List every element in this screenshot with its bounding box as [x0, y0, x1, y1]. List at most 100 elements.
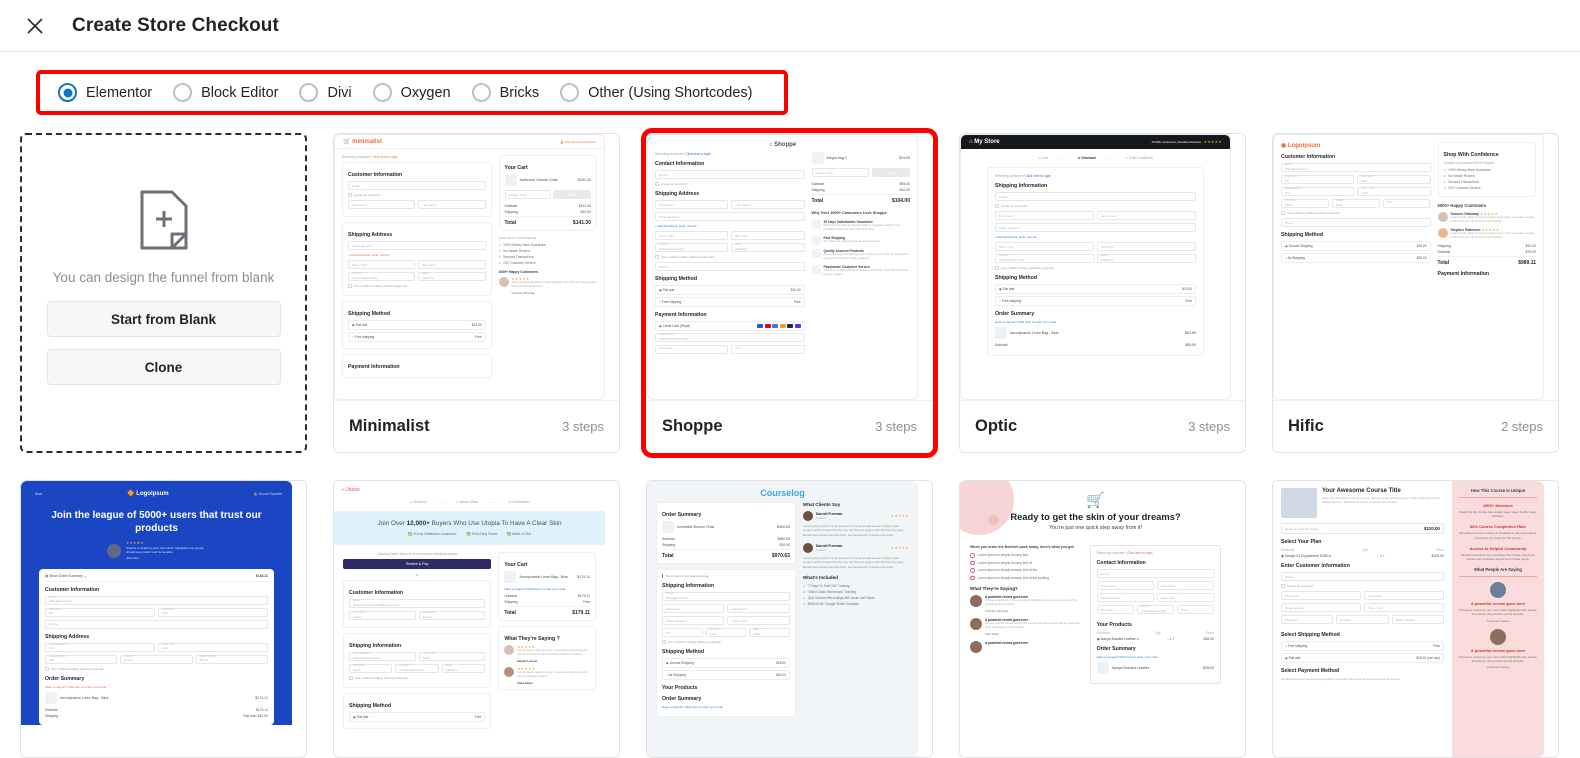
template-name: Optic — [975, 417, 1018, 435]
mock-field: ZIP Code * — [1096, 605, 1134, 614]
template-card-blue-hero[interactable]: ← Back 🔶 Logoipsum 🔒 Secure Payment Join th… — [20, 480, 307, 758]
mock-checkout: 🛒 minimalist 🔒 SSL Secured Checkout Return… — [334, 134, 605, 400]
mock-field: Email * — [1096, 569, 1214, 578]
radio-dot-icon[interactable] — [299, 83, 319, 102]
mock-logo: 🔶 Logoipsum — [127, 491, 169, 497]
mock-field: ZIP Code — [1097, 242, 1196, 251]
template-thumbnail: ⌂ Shoppe Returning customer? Click here t… — [647, 134, 932, 400]
mock-field: Email * — [995, 192, 1196, 201]
mock-field: Last name * — [1156, 581, 1214, 590]
mock-field: Coupon code — [811, 168, 869, 177]
builder-radio-elementor[interactable]: Elementor — [54, 83, 169, 102]
mock-checkout: 🛒 Ready to get the skin of your dreams? Yo… — [960, 481, 1231, 757]
blank-description: You can design the funnel from blank — [52, 270, 275, 285]
mock-field: Phone — [1281, 218, 1431, 227]
mock-field: State * Alabama — [731, 243, 805, 252]
radio-dot-icon[interactable] — [173, 83, 193, 102]
template-card-hific[interactable]: ◉ Logoipsum Customer Information Email * bi… — [1272, 133, 1559, 453]
mock-field: Town / City * — [1156, 593, 1214, 602]
template-name: Minimalist — [349, 417, 430, 435]
template-thumbnail: ◉ Logoipsum Customer Information Email * bi… — [1273, 134, 1558, 400]
mock-field: Country * United States (US) — [1136, 605, 1174, 614]
mock-checkout: ▪ Utopia ⊙ Checkout ——— ⊙ Bonus Offers ——— ⊙ … — [334, 481, 605, 757]
mock-field: First name — [1281, 591, 1361, 600]
mock-field: Street address * 180a Haralds Tower — [349, 652, 416, 661]
mock-field: First name * Akash — [349, 611, 416, 620]
template-grid: You can design the funnel from blank Star… — [0, 115, 1580, 758]
rating-stars: ★★★★★ — [1203, 140, 1222, 144]
mock-field: First name * — [1096, 581, 1154, 590]
mock-field: Street address * — [995, 223, 1196, 232]
mock-field: Town / City — [1363, 603, 1444, 612]
mock-logo: ◉ Logoipsum — [1281, 143, 1321, 149]
mock-field: Country * India — [1331, 199, 1380, 208]
add-page-icon — [138, 189, 190, 256]
template-steps: 2 steps — [1501, 419, 1543, 434]
builder-radio-label: Other (Using Shortcodes) — [588, 84, 753, 101]
mock-logo: ⌂ My Store — [969, 139, 1000, 145]
mock-field: First name * KK — [1281, 175, 1355, 184]
rating-stars: ★★★★★ — [890, 546, 909, 551]
radio-dot-icon[interactable] — [372, 83, 392, 102]
mock-field: Pin Code * 0000 — [1281, 199, 1329, 208]
mock-field: Last name * KKK — [1357, 175, 1431, 184]
builder-radio-label: Divi — [327, 84, 352, 101]
builder-radio-label: Bricks — [499, 84, 540, 101]
builder-radio-block-editor[interactable]: Block Editor — [169, 83, 295, 102]
mock-field: State — [1382, 199, 1431, 208]
mock-field: State / County * Debub — [195, 654, 268, 664]
radio-dot-icon[interactable] — [560, 83, 580, 102]
mock-field: ZIP Code — [731, 231, 805, 240]
template-steps: 3 steps — [1188, 419, 1230, 434]
mock-logo: ⌂ Shoppe — [768, 142, 797, 148]
template-steps: 3 steps — [875, 419, 917, 434]
template-thumbnail: Courselog Order Summary Incredible Bronze … — [647, 481, 932, 757]
mock-field: ZIP Code Spain — [349, 664, 393, 673]
mock-field: Street address * — [1096, 593, 1154, 602]
blank-funnel-card: You can design the funnel from blank Star… — [20, 133, 307, 453]
template-card-course-pink[interactable]: Your Awesome Course Title Enter the descr… — [1272, 480, 1559, 758]
template-card-minimalist[interactable]: 🛒 minimalist 🔒 SSL Secured Checkout Return… — [333, 133, 620, 453]
mock-logo: Courselog — [760, 488, 805, 498]
mock-field: Last name * KKK — [158, 607, 268, 617]
mock-field: Expiry date * — [655, 345, 729, 354]
builder-radio-divi[interactable]: Divi — [295, 83, 368, 102]
mock-field: First name * — [655, 200, 729, 209]
template-card-shoppe[interactable]: ⌂ Shoppe Returning customer? Click here t… — [641, 128, 938, 458]
close-button[interactable] — [18, 9, 52, 43]
mock-field: Town / City * sndd — [1357, 187, 1431, 196]
builder-radio-oxygen[interactable]: Oxygen — [369, 83, 468, 102]
template-card-skin[interactable]: 🛒 Ready to get the skin of your dreams? Yo… — [959, 480, 1246, 758]
builder-radio-bricks[interactable]: Bricks — [468, 83, 556, 102]
template-card-utopia[interactable]: ▪ Utopia ⊙ Checkout ——— ⊙ Bonus Offers ——— ⊙ … — [333, 480, 620, 758]
mock-field: Last name — [1363, 591, 1444, 600]
mock-field: Last name * — [731, 200, 805, 209]
mock-field: Country * United States (US) — [395, 664, 439, 673]
mock-field: Email * billing@mail.com — [662, 592, 790, 601]
builder-radio-label: Elementor — [86, 84, 153, 101]
mock-field: State * Alabama — [1097, 254, 1196, 263]
mock-field: Email — [1281, 572, 1444, 581]
mock-field: Email * — [655, 170, 805, 179]
mock-field: Email * billing@mail.com — [1281, 163, 1431, 172]
mock-field: State * — [1176, 605, 1214, 614]
template-thumbnail: 🛒 Ready to get the skin of your dreams? Yo… — [960, 481, 1245, 757]
builder-radio-group[interactable]: Elementor Block Editor Divi Oxygen Bricks Oth… — [36, 70, 788, 115]
template-thumbnail: ▪ Utopia ⊙ Checkout ——— ⊙ Bonus Offers ——— ⊙ … — [334, 481, 619, 757]
radio-dot-icon[interactable] — [471, 83, 491, 102]
template-card-optic[interactable]: ⌂ My Store 15,000+ Customers | Excellent … — [959, 133, 1246, 453]
mock-field: State * Alabama — [418, 272, 486, 281]
template-thumbnail: ⌂ My Store 15,000+ Customers | Excellent … — [960, 134, 1245, 400]
builder-radio-other-using-shortcodes[interactable]: Other (Using Shortcodes) — [556, 83, 769, 102]
start-from-blank-button[interactable]: Start from Blank — [46, 301, 281, 337]
mock-checkout: ⌂ Shoppe Returning customer? Click here t… — [647, 134, 918, 400]
mock-field: Country * United States (US) — [995, 254, 1094, 263]
template-card-courselog[interactable]: Courselog Order Summary Incredible Bronze … — [646, 480, 933, 758]
builder-selector-wrap: Elementor Block Editor Divi Oxygen Bricks Oth… — [0, 52, 1580, 115]
mock-field: Country * Eritrea — [120, 654, 193, 664]
radio-dot-icon[interactable] — [58, 83, 77, 102]
mock-field: Postcode / ZIP * 000 — [45, 654, 118, 664]
mock-field: Town / City — [995, 242, 1094, 251]
mock-field: Coupon code — [504, 190, 550, 199]
clone-button[interactable]: Clone — [46, 349, 281, 385]
